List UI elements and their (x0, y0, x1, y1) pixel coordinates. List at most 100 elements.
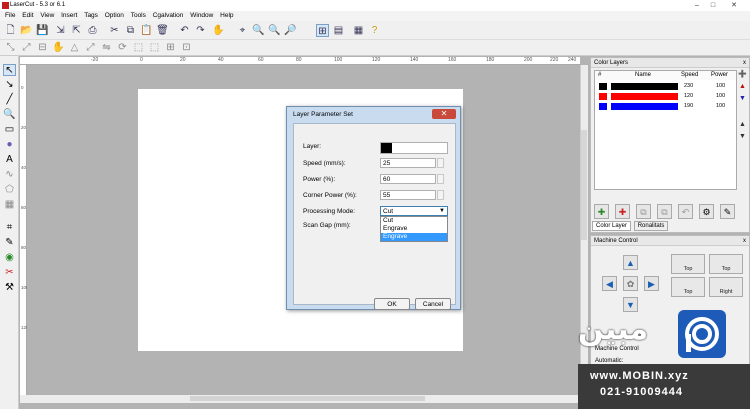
rotate-icon[interactable]: ⟳ (116, 41, 129, 54)
add-layer-icon[interactable]: ➕ (738, 70, 747, 79)
processing-mode-select[interactable]: Cut ▼ (380, 206, 448, 216)
line-icon[interactable]: ╱ (3, 94, 16, 106)
print-icon[interactable]: ⎙ (86, 24, 99, 37)
open-file-icon[interactable]: 📂 (20, 24, 33, 37)
remove-icon[interactable]: ✚ (615, 204, 630, 219)
node-edit-icon[interactable]: ↘ (3, 79, 16, 91)
pan-icon[interactable]: ✋ (212, 24, 225, 37)
home-button[interactable]: ✿ (623, 276, 638, 291)
zoom-tool-icon[interactable]: 🔍 (3, 109, 16, 121)
scroll-down-icon[interactable]: ▼ (738, 132, 747, 141)
group-icon[interactable]: ⬚ (132, 41, 145, 54)
resize-icon[interactable]: ⤢ (84, 41, 97, 54)
undo-layer-icon[interactable]: ↶ (678, 204, 693, 219)
mode-option-cut[interactable]: Cut (381, 217, 447, 225)
menu-option[interactable]: Option (105, 11, 124, 21)
close-window-button[interactable]: ✕ (722, 1, 746, 10)
settings-icon[interactable]: ⚙ (699, 204, 714, 219)
menu-tools[interactable]: Tools (131, 11, 146, 21)
align-right-icon[interactable]: ⊟ (36, 41, 49, 54)
horizontal-scroll-thumb[interactable] (190, 396, 425, 401)
import-icon[interactable]: ⇲ (54, 24, 67, 37)
menu-view[interactable]: View (40, 11, 54, 21)
lock-icon[interactable]: ⊡ (180, 41, 193, 54)
menu-tags[interactable]: Tags (84, 11, 98, 21)
move-down-icon[interactable]: ▼ (738, 94, 747, 103)
table-row[interactable]: 230 100 (595, 82, 736, 91)
export-icon[interactable]: ⇱ (70, 24, 83, 37)
table-row[interactable]: 120 100 (595, 92, 736, 101)
copy-icon[interactable]: ⧉ (124, 24, 137, 37)
close-icon[interactable]: x (743, 58, 746, 68)
pointer-icon[interactable]: ↖ (3, 64, 16, 76)
top-button[interactable]: Top (709, 254, 743, 274)
move-left-button[interactable]: ◀ (602, 276, 617, 291)
delete-icon[interactable]: 🗑 (156, 24, 169, 37)
mode-option-engrave[interactable]: Engrave (381, 225, 447, 233)
undo-icon[interactable]: ↶ (178, 24, 191, 37)
redo-icon[interactable]: ↷ (194, 24, 207, 37)
copy-layer-icon[interactable]: ⧉ (636, 204, 651, 219)
menu-insert[interactable]: Insert (61, 11, 77, 21)
top-button[interactable]: Top (671, 277, 705, 297)
mode-option-engrave-selected[interactable]: Engrave (381, 233, 447, 241)
layout-icon[interactable]: ▤ (332, 24, 345, 37)
scroll-up-icon[interactable]: ▲ (738, 120, 747, 129)
menu-file[interactable]: File (5, 11, 15, 21)
maximize-button[interactable]: □ (706, 1, 720, 10)
close-icon[interactable]: x (743, 236, 746, 246)
power-input[interactable]: 60 (380, 174, 436, 184)
zoom-fit-icon[interactable]: ⌖ (236, 24, 249, 37)
polygon-icon[interactable]: ⬠ (3, 184, 16, 196)
tab-color-layer[interactable]: Color Layer (592, 221, 632, 231)
hand-tool-icon[interactable]: ✋ (52, 41, 65, 54)
zoom-out-icon[interactable]: 🔍 (252, 24, 265, 37)
menu-cgalvation[interactable]: Cgalvation (153, 11, 184, 21)
menu-window[interactable]: Window (190, 11, 213, 21)
text-icon[interactable]: A (3, 154, 16, 166)
pen-icon[interactable]: ✎ (3, 237, 16, 249)
paste-icon[interactable]: 📋 (140, 24, 153, 37)
scissors-icon[interactable]: ✂ (3, 267, 16, 279)
ungroup-icon[interactable]: ⬚ (148, 41, 161, 54)
align-left-icon[interactable]: ⤡ (4, 41, 17, 54)
table-row[interactable]: 190 100 (595, 102, 736, 111)
vertical-scroll-thumb[interactable] (581, 130, 587, 240)
mirror-icon[interactable]: ⇋ (100, 41, 113, 54)
crop-icon[interactable]: ⌗ (3, 222, 16, 234)
minimize-button[interactable]: – (690, 1, 704, 10)
table-icon[interactable]: ▦ (352, 24, 365, 37)
ellipse-icon[interactable]: ● (3, 139, 16, 151)
right-button[interactable]: Right (709, 277, 743, 297)
align-center-icon[interactable]: ⤢ (20, 41, 33, 54)
color-icon[interactable]: ◉ (3, 252, 16, 264)
corner-power-spinner[interactable] (437, 190, 444, 200)
zoom-page-icon[interactable]: 🔎 (284, 24, 297, 37)
ok-button[interactable]: OK (374, 298, 410, 310)
close-icon[interactable]: ✕ (432, 109, 456, 119)
move-right-button[interactable]: ▶ (644, 276, 659, 291)
tab-ronalitats[interactable]: Ronalitats (633, 221, 669, 231)
curve-icon[interactable]: ∿ (3, 169, 16, 181)
speed-spinner[interactable] (437, 158, 444, 168)
measure-icon[interactable]: ⚒ (3, 282, 16, 294)
corner-power-input[interactable]: 55 (380, 190, 436, 200)
move-up-icon[interactable]: ▲ (738, 82, 747, 91)
save-icon[interactable]: 💾 (36, 24, 49, 37)
menu-help[interactable]: Help (220, 11, 233, 21)
top-button[interactable]: Top (671, 254, 705, 274)
rectangle-icon[interactable]: ▭ (3, 124, 16, 136)
menu-edit[interactable]: Edit (22, 11, 33, 21)
zoom-in-icon[interactable]: 🔍 (268, 24, 281, 37)
select-mode-icon[interactable]: ⊞ (316, 24, 329, 37)
edit-icon[interactable]: ✎ (720, 204, 735, 219)
cut-icon[interactable]: ✂ (108, 24, 121, 37)
array-icon[interactable]: ▦ (3, 199, 16, 211)
help-icon[interactable]: ? (368, 24, 381, 37)
add-icon[interactable]: ✚ (594, 204, 609, 219)
power-spinner[interactable] (437, 174, 444, 184)
cancel-button[interactable]: Cancel (415, 298, 451, 310)
distribute-icon[interactable]: ⊞ (164, 41, 177, 54)
move-up-button[interactable]: ▲ (623, 255, 638, 270)
speed-input[interactable]: 25 (380, 158, 436, 168)
